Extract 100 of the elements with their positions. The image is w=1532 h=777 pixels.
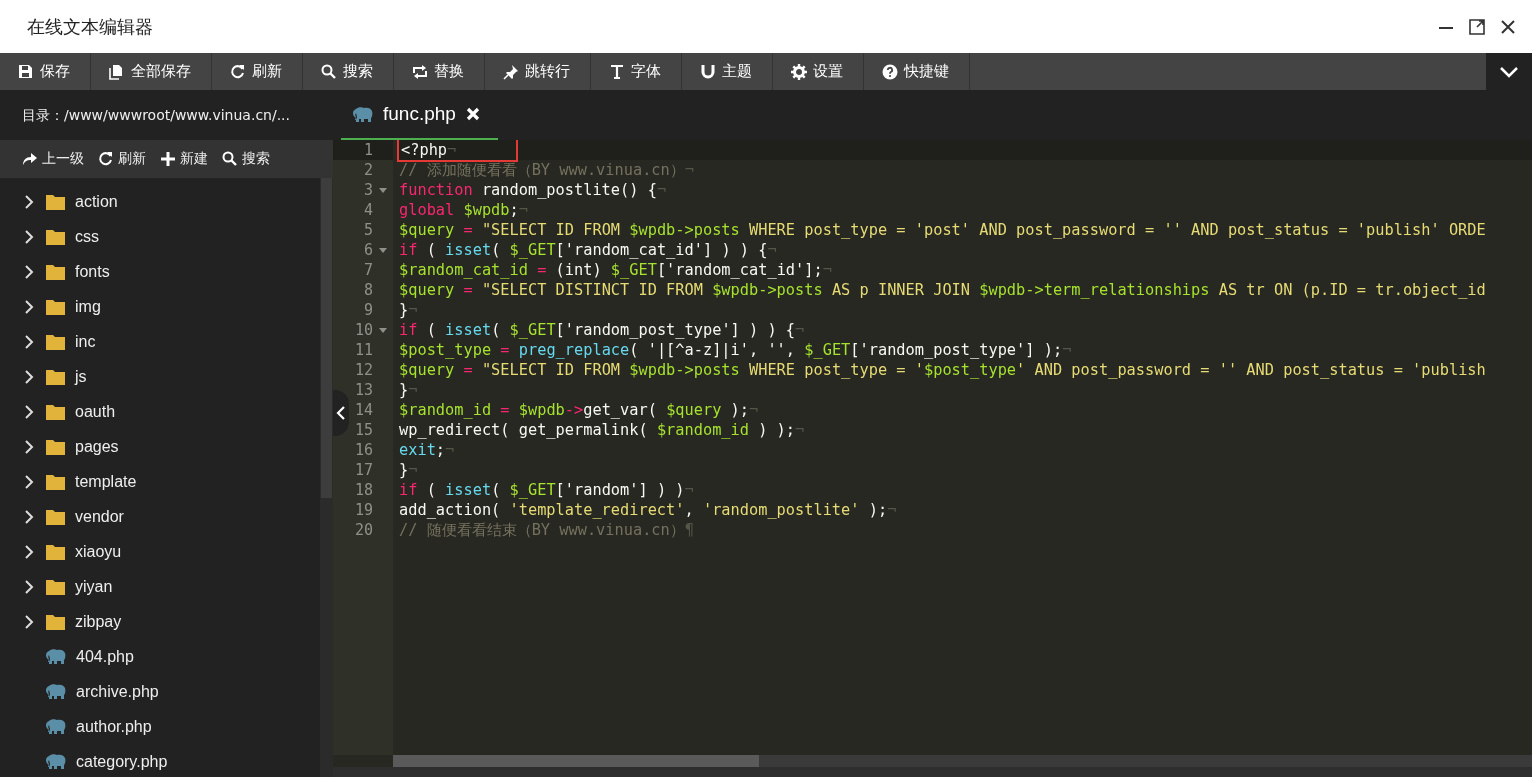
line-number: 9 [363, 300, 373, 320]
chevron-right-icon[interactable] [24, 614, 34, 629]
code-line: <?php¬ [399, 140, 517, 160]
chevron-right-icon[interactable] [24, 474, 34, 489]
line-number: 7 [363, 260, 373, 280]
line-number: 5 [363, 220, 373, 240]
folder-icon [46, 613, 65, 630]
folder-item[interactable]: css [0, 219, 320, 254]
files-icon [109, 63, 125, 80]
sidebar-action-button[interactable]: 上一级 [16, 146, 90, 172]
chevron-right-icon[interactable] [24, 334, 34, 349]
expand-button[interactable] [1486, 53, 1532, 90]
folder-item[interactable]: yiyan [0, 569, 320, 604]
code-line: $random_id = $wpdb->get_var( $query );¬ [399, 400, 759, 420]
line-number: 3 [363, 180, 373, 200]
line-number: 8 [363, 280, 373, 300]
folder-item[interactable]: xiaoyu [0, 534, 320, 569]
code-line: $random_cat_id = (int) $_GET['random_cat_id'];¬ [399, 260, 832, 280]
folder-item[interactable]: fonts [0, 254, 320, 289]
folder-item[interactable]: inc [0, 324, 320, 359]
folder-item[interactable]: pages [0, 429, 320, 464]
scrollbar[interactable] [393, 755, 1532, 767]
chevron-right-icon[interactable] [24, 404, 34, 419]
search-icon [222, 151, 238, 167]
chevron-right-icon[interactable] [24, 509, 34, 524]
chevron-right-icon[interactable] [24, 544, 34, 559]
scrollbar-thumb[interactable] [321, 178, 332, 498]
line-number: 2 [363, 160, 373, 180]
search-icon [321, 63, 337, 80]
scrollbar[interactable] [320, 178, 333, 777]
directory-path: 目录：/www/wwwroot/www.vinua.cn/... [21, 106, 292, 125]
code-line: if ( isset( $_GET['random_cat_id'] ) ) {¬ [399, 240, 777, 260]
save-icon [18, 63, 34, 80]
line-number: 13 [354, 380, 373, 400]
code-line: function random_postlite() {¬ [399, 180, 667, 200]
fold-arrow-icon[interactable] [379, 247, 387, 253]
folder-item[interactable]: js [0, 359, 320, 394]
elephant-icon [353, 106, 373, 122]
sidebar-action-button[interactable]: 新建 [154, 146, 214, 172]
code-line: $post_type = preg_replace( '|[^a-z]|i', '', $_GET['random_post_type'] );¬ [399, 340, 1072, 360]
line-number: 4 [363, 200, 373, 220]
pushpin-icon [503, 63, 519, 80]
chevron-right-icon[interactable] [24, 299, 34, 314]
fold-arrow-icon[interactable] [379, 187, 387, 193]
scrollbar-thumb[interactable] [393, 755, 759, 767]
folder-icon [46, 228, 65, 245]
folder-item[interactable]: oauth [0, 394, 320, 429]
folder-icon [46, 333, 65, 350]
chevron-right-icon[interactable] [24, 194, 34, 209]
folder-item[interactable]: action [0, 184, 320, 219]
code-line: wp_redirect( get_permalink( $random_id ) );¬ [399, 420, 805, 440]
line-number: 1 [363, 140, 373, 160]
file-item[interactable]: archive.php [0, 674, 320, 709]
code-line: }¬ [399, 380, 418, 400]
folder-item[interactable]: vendor [0, 499, 320, 534]
folder-icon [46, 578, 65, 595]
refresh-icon [230, 63, 246, 80]
code-line: exit;¬ [399, 440, 455, 460]
code-line: // 随便看看结束（BY www.vinua.cn）¶ [399, 520, 694, 540]
settings-icon [791, 63, 807, 80]
line-number: 20 [354, 520, 373, 540]
file-item[interactable]: 404.php [0, 639, 320, 674]
chevron-right-icon[interactable] [24, 369, 34, 384]
sidebar-action-button[interactable]: 刷新 [92, 146, 152, 172]
elephant-icon [46, 719, 66, 734]
chevron-right-icon[interactable] [24, 264, 34, 279]
refresh-icon [98, 151, 114, 167]
file-item[interactable]: author.php [0, 709, 320, 744]
chevron-down-icon [1499, 65, 1519, 78]
chevron-right-icon[interactable] [24, 579, 34, 594]
sidebar-action-button[interactable]: 搜索 [216, 146, 276, 172]
line-number: 12 [354, 360, 373, 380]
help-icon [882, 63, 898, 80]
window-title: 在线文本编辑器 [27, 14, 153, 39]
elephant-icon [46, 684, 66, 699]
close-icon[interactable] [1500, 18, 1516, 35]
collapse-sidebar-button[interactable] [333, 390, 349, 436]
code-line: add_action( 'template_redirect', 'random_postlite' );¬ [399, 500, 897, 520]
text-cursor-icon [609, 63, 625, 80]
chevron-right-icon[interactable] [24, 439, 34, 454]
chevron-right-icon[interactable] [24, 229, 34, 244]
line-number: 10 [354, 320, 373, 340]
folder-item[interactable]: zibpay [0, 604, 320, 639]
code-line: $query = "SELECT ID FROM $wpdb->posts WHERE post_type = 'post' AND post_password = '' AND post_status = 'publish' ORDE [399, 220, 1486, 240]
code-line: if ( isset( $_GET['random_post_type'] ) ) {¬ [399, 320, 805, 340]
swap-arrows-icon [412, 63, 428, 80]
line-number: 14 [354, 400, 373, 420]
folder-item[interactable]: template [0, 464, 320, 499]
folder-item[interactable]: img [0, 289, 320, 324]
code-line: }¬ [399, 460, 418, 480]
magnet-icon [700, 63, 716, 80]
file-item[interactable]: category.php [0, 744, 320, 777]
fold-arrow-icon[interactable] [379, 327, 387, 333]
folder-icon [46, 368, 65, 385]
plus-icon [160, 151, 176, 167]
folder-icon [46, 508, 65, 525]
code-line: if ( isset( $_GET['random'] ) )¬ [399, 480, 694, 500]
line-number: 16 [354, 440, 373, 460]
chevron-left-icon [336, 406, 346, 420]
maximize-icon[interactable] [1468, 17, 1486, 36]
